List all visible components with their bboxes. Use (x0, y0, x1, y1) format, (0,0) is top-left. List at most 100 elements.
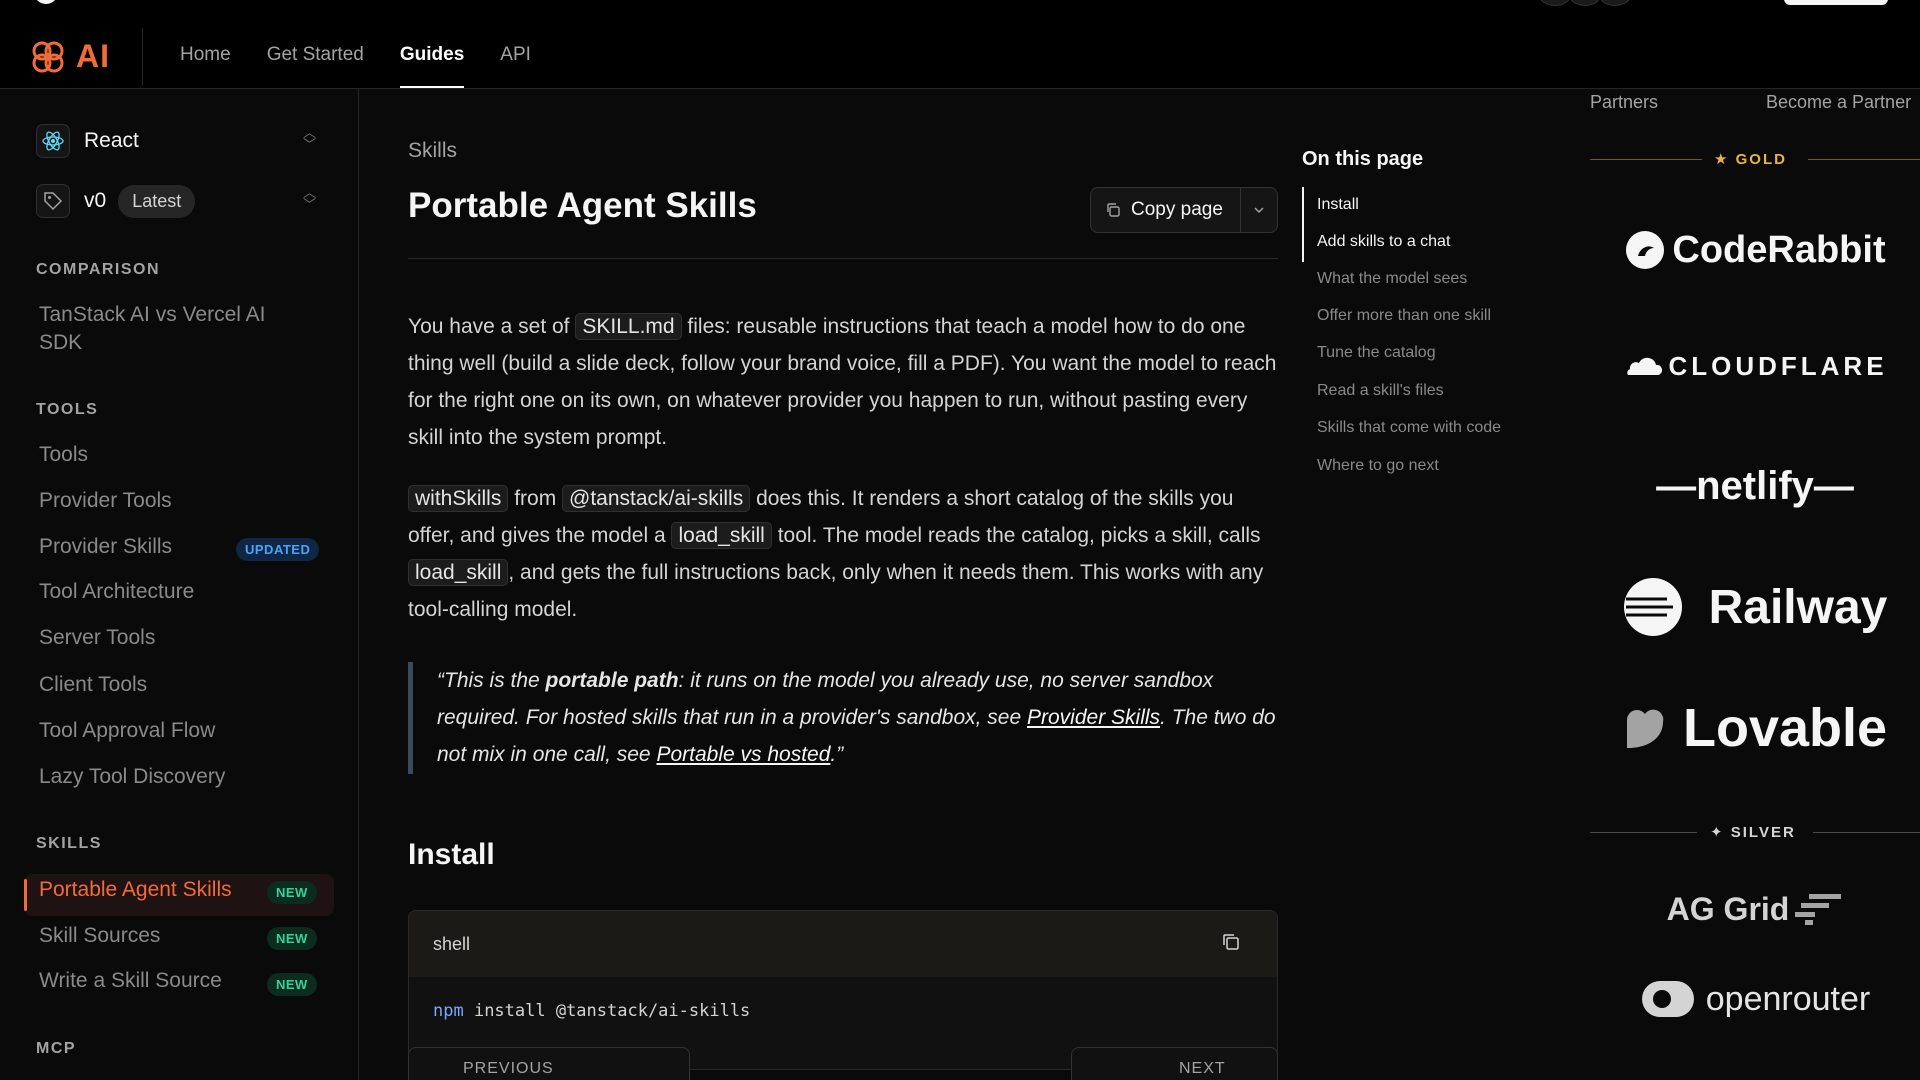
toc-item-install[interactable]: Install (1317, 196, 1359, 214)
ag-grid-icon (1795, 894, 1842, 925)
code-block: shell npm install @tanstack/ai-skills (408, 910, 1278, 1070)
text: “This is the (437, 669, 546, 692)
code-args: install @tanstack/ai-skills (463, 1001, 751, 1021)
nav-guides[interactable]: Guides (399, 44, 465, 88)
sidebar-item-portable-agent-skills[interactable]: Portable Agent Skills (39, 878, 232, 902)
main-nav: Home Get Started Guides API (180, 44, 567, 88)
sponsor-ag-grid[interactable]: AG Grid (1590, 886, 1920, 932)
ag-grid-wordmark: AG Grid (1666, 890, 1790, 927)
silver-label: ✦ SILVER (1710, 823, 1796, 841)
divider (1808, 159, 1920, 160)
nav-home[interactable]: Home (180, 44, 231, 88)
sidebar: React ︿ ﹀ v0 Latest ︿ ﹀ COMPARISON TanStac… (0, 89, 359, 1080)
new-badge: NEW (267, 973, 317, 996)
section-title-tools: TOOLS (36, 401, 99, 418)
section-title-skills: SKILLS (36, 835, 102, 852)
toc-item-offer-more[interactable]: Offer more than one skill (1317, 307, 1491, 325)
sidebar-item-lazy-tool-discovery[interactable]: Lazy Tool Discovery (39, 765, 225, 789)
top-navigation-bar: AI Home Get Started Guides API (0, 0, 1920, 89)
sidebar-item-tool-architecture[interactable]: Tool Architecture (39, 580, 194, 604)
inline-code: load_skill (408, 559, 509, 586)
framework-picker[interactable]: React ︿ ﹀ (36, 121, 326, 161)
netlify-mark: — (1813, 463, 1854, 508)
logo-text: AI (76, 38, 110, 74)
brain-icon (32, 41, 64, 72)
sidebar-item-tanstack-vs-vercel[interactable]: TanStack AI vs Vercel AI SDK (39, 301, 299, 357)
top-strip-button[interactable] (1784, 0, 1888, 5)
sidebar-item-server-tools[interactable]: Server Tools (39, 626, 155, 650)
toc-item-where-next[interactable]: Where to go next (1317, 457, 1439, 475)
divider (1590, 832, 1697, 833)
copy-page-button[interactable]: Copy page (1091, 188, 1241, 232)
netlify-wordmark: netlify (1696, 463, 1814, 508)
text: You have a set of (408, 315, 576, 338)
site-logo[interactable]: AI (30, 38, 110, 75)
text: from (508, 487, 563, 510)
silver-tier-header: ✦ SILVER (1590, 821, 1920, 845)
next-label: NEXT (1179, 1060, 1226, 1077)
sponsor-coderabbit[interactable]: CodeRabbit (1590, 222, 1920, 278)
inline-code: withSkills (408, 485, 509, 512)
page-title: Portable Agent Skills (408, 186, 757, 225)
coderabbit-icon (1626, 231, 1665, 269)
toc-item-add-skills[interactable]: Add skills to a chat (1317, 233, 1450, 251)
breadcrumb[interactable]: Skills (408, 139, 457, 163)
sidebar-item-provider-skills[interactable]: Provider Skills (39, 535, 172, 559)
sidebar-item-provider-tools[interactable]: Provider Tools (39, 489, 172, 513)
sponsor-cloudflare[interactable]: CLOUDFLARE (1590, 344, 1920, 388)
coderabbit-wordmark: CodeRabbit (1672, 228, 1886, 271)
star-icon: ★ (1714, 151, 1730, 168)
code-content: npm install @tanstack/ai-skills (409, 977, 1277, 1045)
copy-icon[interactable] (1221, 932, 1241, 957)
text: .” (830, 743, 844, 766)
sponsor-openrouter[interactable]: openrouter (1590, 974, 1920, 1024)
sidebar-item-tool-approval-flow[interactable]: Tool Approval Flow (39, 719, 215, 743)
partners-link[interactable]: Partners (1590, 92, 1658, 113)
react-icon (36, 124, 70, 158)
copy-page-label: Copy page (1131, 199, 1223, 220)
nav-get-started[interactable]: Get Started (267, 44, 364, 88)
copy-icon (1107, 203, 1120, 217)
next-page-button[interactable]: NEXT (1071, 1047, 1278, 1080)
new-badge: NEW (267, 881, 317, 904)
divider (1813, 832, 1920, 833)
text: tool. The model reads the catalog, picks… (771, 524, 1261, 547)
sponsor-netlify[interactable]: — netlify — (1590, 446, 1920, 526)
framework-label: React (84, 129, 139, 152)
sidebar-item-client-tools[interactable]: Client Tools (39, 673, 147, 697)
version-picker[interactable]: v0 Latest ︿ ﹀ (36, 181, 326, 221)
previous-page-button[interactable]: PREVIOUS (408, 1047, 690, 1080)
avatar-group[interactable] (1538, 0, 1638, 6)
gold-text: GOLD (1735, 151, 1787, 168)
new-badge: NEW (267, 927, 317, 950)
chevron-down-icon[interactable] (1241, 203, 1277, 217)
section-title-comparison: COMPARISON (36, 261, 161, 278)
code-command: npm (433, 1001, 464, 1021)
chevron-updown-icon: ︿ ﹀ (302, 185, 316, 212)
link-provider-skills[interactable]: Provider Skills (1027, 706, 1160, 729)
lovable-icon (1626, 709, 1664, 748)
toc-item-skills-with-code[interactable]: Skills that come with code (1317, 419, 1501, 437)
toc-item-read-files[interactable]: Read a skill's files (1317, 382, 1444, 400)
inline-code: @tanstack/ai-skills (562, 485, 751, 512)
nav-api[interactable]: API (500, 44, 531, 88)
toc-item-tune-catalog[interactable]: Tune the catalog (1317, 344, 1436, 362)
sidebar-active-indicator (24, 879, 27, 911)
toc-title: On this page (1302, 148, 1424, 170)
text: , and gets the full instructions back, o… (408, 561, 1264, 621)
sponsor-lovable[interactable]: Lovable (1590, 696, 1920, 760)
sidebar-item-tools[interactable]: Tools (39, 443, 88, 467)
sidebar-item-skill-sources[interactable]: Skill Sources (39, 924, 160, 948)
sidebar-item-write-skill-source[interactable]: Write a Skill Source (39, 969, 222, 993)
emphasis: portable path (545, 669, 679, 692)
divider (1590, 159, 1702, 160)
sponsor-railway[interactable]: Railway (1590, 574, 1920, 640)
link-portable-vs-hosted[interactable]: Portable vs hosted (656, 743, 830, 766)
toc-active-indicator (1302, 187, 1304, 262)
become-partner-link[interactable]: Become a Partner (1766, 92, 1911, 113)
netlify-mark: — (1656, 463, 1697, 508)
previous-label: PREVIOUS (463, 1060, 554, 1077)
cloudflare-wordmark: CLOUDFLARE (1668, 350, 1888, 381)
cloud-icon (1627, 357, 1663, 375)
toc-item-what-model-sees[interactable]: What the model sees (1317, 270, 1467, 288)
